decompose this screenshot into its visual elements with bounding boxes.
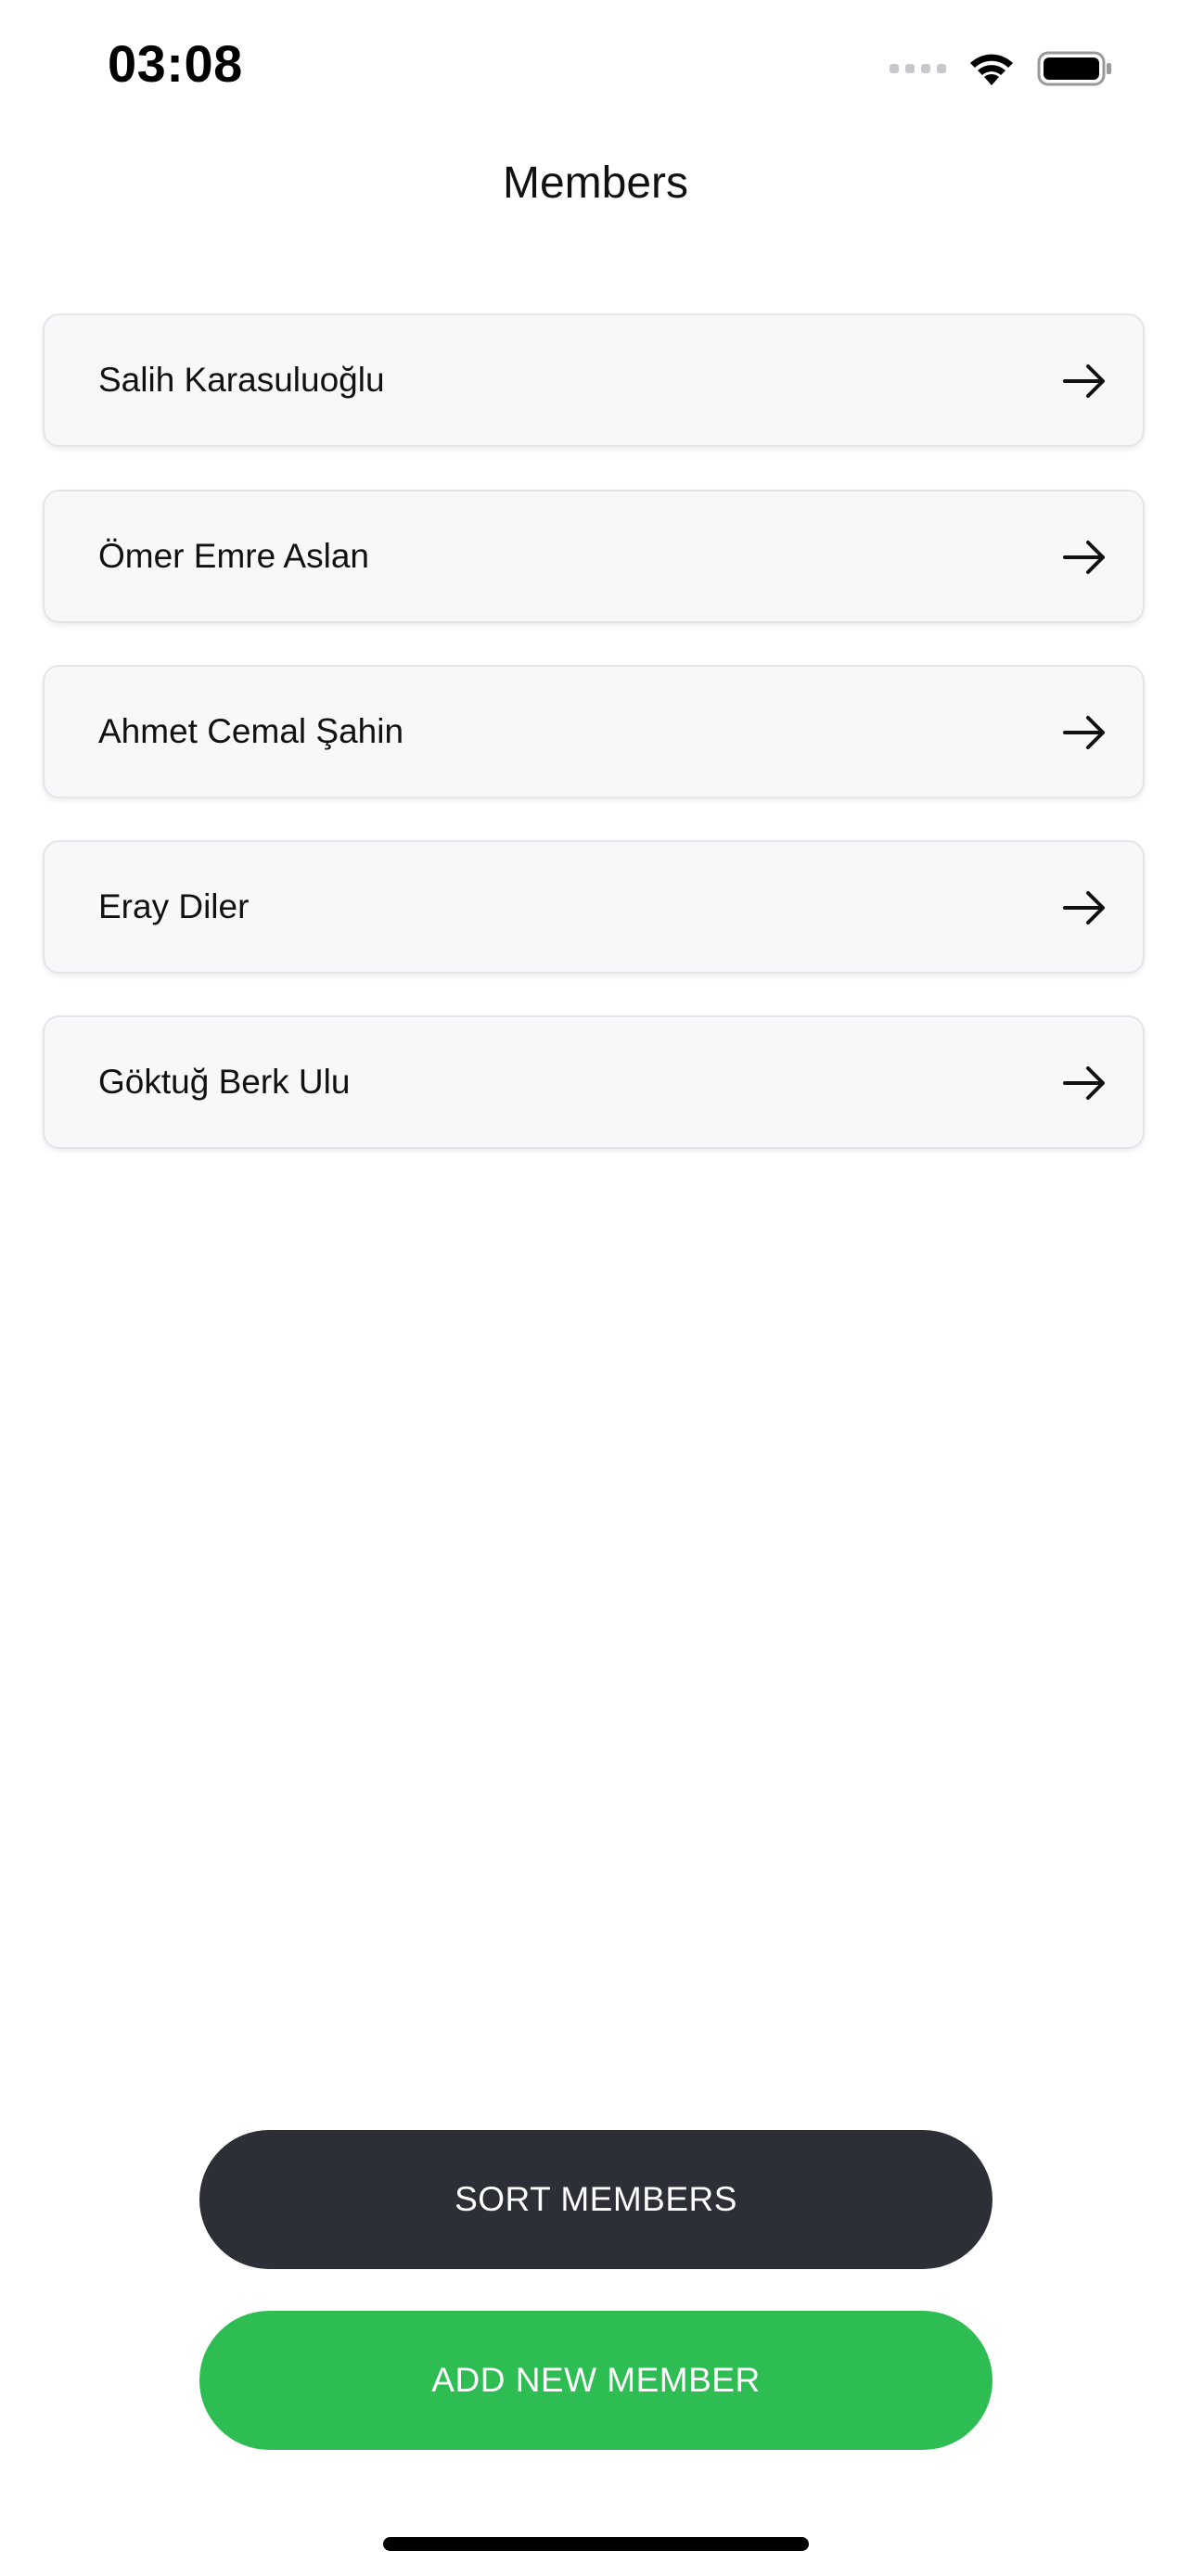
members-screen: 03:08 Members Salih Karasuluoğlu Ömer Em… [0,0,1191,2576]
arrow-right-icon [1063,541,1105,574]
status-time: 03:08 [108,34,243,93]
member-row[interactable]: Salih Karasuluoğlu [43,313,1145,447]
add-new-member-button[interactable]: ADD NEW MEMBER [199,2311,992,2450]
page-title: Members [502,159,689,208]
member-row[interactable]: Ahmet Cemal Şahin [43,665,1145,798]
member-name: Ömer Emre Aslan [98,537,369,575]
arrow-right-icon [1063,364,1105,398]
member-name: Göktuğ Berk Ulu [98,1063,351,1101]
arrow-right-icon [1063,716,1105,749]
member-name: Salih Karasuluoğlu [98,361,385,399]
member-row[interactable]: Göktuğ Berk Ulu [43,1015,1145,1149]
status-icons [890,46,1113,91]
member-row[interactable]: Ömer Emre Aslan [43,490,1145,623]
member-name: Eray Diler [98,887,250,925]
battery-icon [1037,50,1113,87]
sort-members-button[interactable]: SORT MEMBERS [199,2130,992,2269]
member-row[interactable]: Eray Diler [43,840,1145,974]
member-name: Ahmet Cemal Şahin [98,712,404,750]
wifi-icon [967,50,1017,87]
signal-dots-icon [890,64,946,73]
arrow-right-icon [1063,1066,1105,1100]
arrow-right-icon [1063,891,1105,925]
home-indicator [383,2537,809,2551]
